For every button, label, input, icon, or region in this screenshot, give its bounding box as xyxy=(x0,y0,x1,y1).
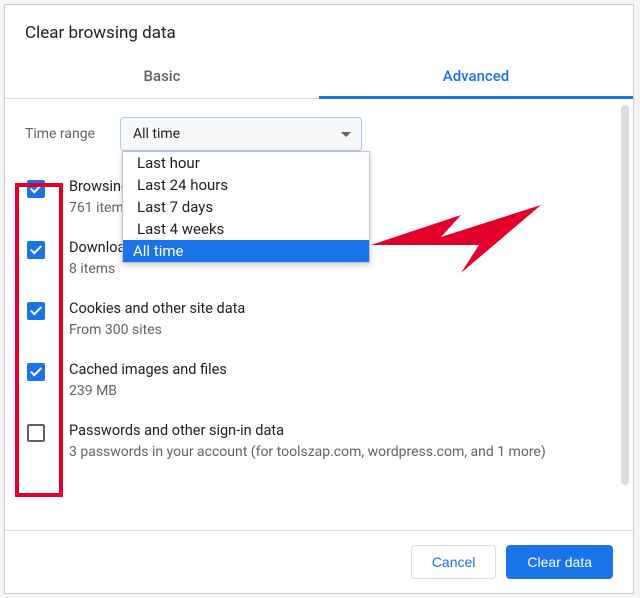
item-text: Passwords and other sign-in data 3 passw… xyxy=(69,421,613,462)
list-item: Passwords and other sign-in data 3 passw… xyxy=(5,411,633,472)
dropdown-option-last-7-days[interactable]: Last 7 days xyxy=(123,196,369,218)
dropdown-option-all-time[interactable]: All time xyxy=(123,240,369,262)
dialog-title: Clear browsing data xyxy=(5,5,633,57)
item-title: Passwords and other sign-in data xyxy=(69,421,613,441)
dropdown-option-last-24-hours[interactable]: Last 24 hours xyxy=(123,174,369,196)
item-title: Cookies and other site data xyxy=(69,299,613,319)
clear-browsing-data-dialog: Clear browsing data Basic Advanced Time … xyxy=(4,4,634,594)
tabs: Basic Advanced xyxy=(5,57,633,99)
dialog-footer: Cancel Clear data xyxy=(5,530,633,593)
checkbox-browsing-history[interactable] xyxy=(27,180,45,198)
checkbox-cookies[interactable] xyxy=(27,302,45,320)
checkbox-passwords[interactable] xyxy=(27,424,45,442)
list-item: Cached images and files 239 MB xyxy=(5,350,633,411)
item-subtitle: 239 MB xyxy=(69,382,613,401)
checkbox-download-history[interactable] xyxy=(27,241,45,259)
item-title: Cached images and files xyxy=(69,360,613,380)
dropdown-option-last-4-weeks[interactable]: Last 4 weeks xyxy=(123,218,369,240)
time-range-label: Time range xyxy=(25,126,120,142)
cancel-button[interactable]: Cancel xyxy=(411,545,497,579)
content-area: Time range All time Last hour Last 24 ho… xyxy=(5,99,633,530)
time-range-select[interactable]: All time xyxy=(120,117,362,151)
tab-advanced[interactable]: Advanced xyxy=(319,57,633,99)
checkbox-cached-images[interactable] xyxy=(27,363,45,381)
clear-data-button[interactable]: Clear data xyxy=(506,545,613,579)
time-range-value: All time xyxy=(133,126,180,142)
item-subtitle: From 300 sites xyxy=(69,321,613,340)
chevron-down-icon xyxy=(341,126,351,142)
item-text: Cached images and files 239 MB xyxy=(69,360,613,401)
item-text: Cookies and other site data From 300 sit… xyxy=(69,299,613,340)
list-item: Cookies and other site data From 300 sit… xyxy=(5,289,633,350)
scrollbar[interactable] xyxy=(621,105,629,485)
item-subtitle: 3 passwords in your account (for toolsza… xyxy=(69,443,613,462)
dropdown-option-last-hour[interactable]: Last hour xyxy=(123,152,369,174)
tab-basic[interactable]: Basic xyxy=(5,57,319,98)
time-range-dropdown: Last hour Last 24 hours Last 7 days Last… xyxy=(122,151,370,263)
